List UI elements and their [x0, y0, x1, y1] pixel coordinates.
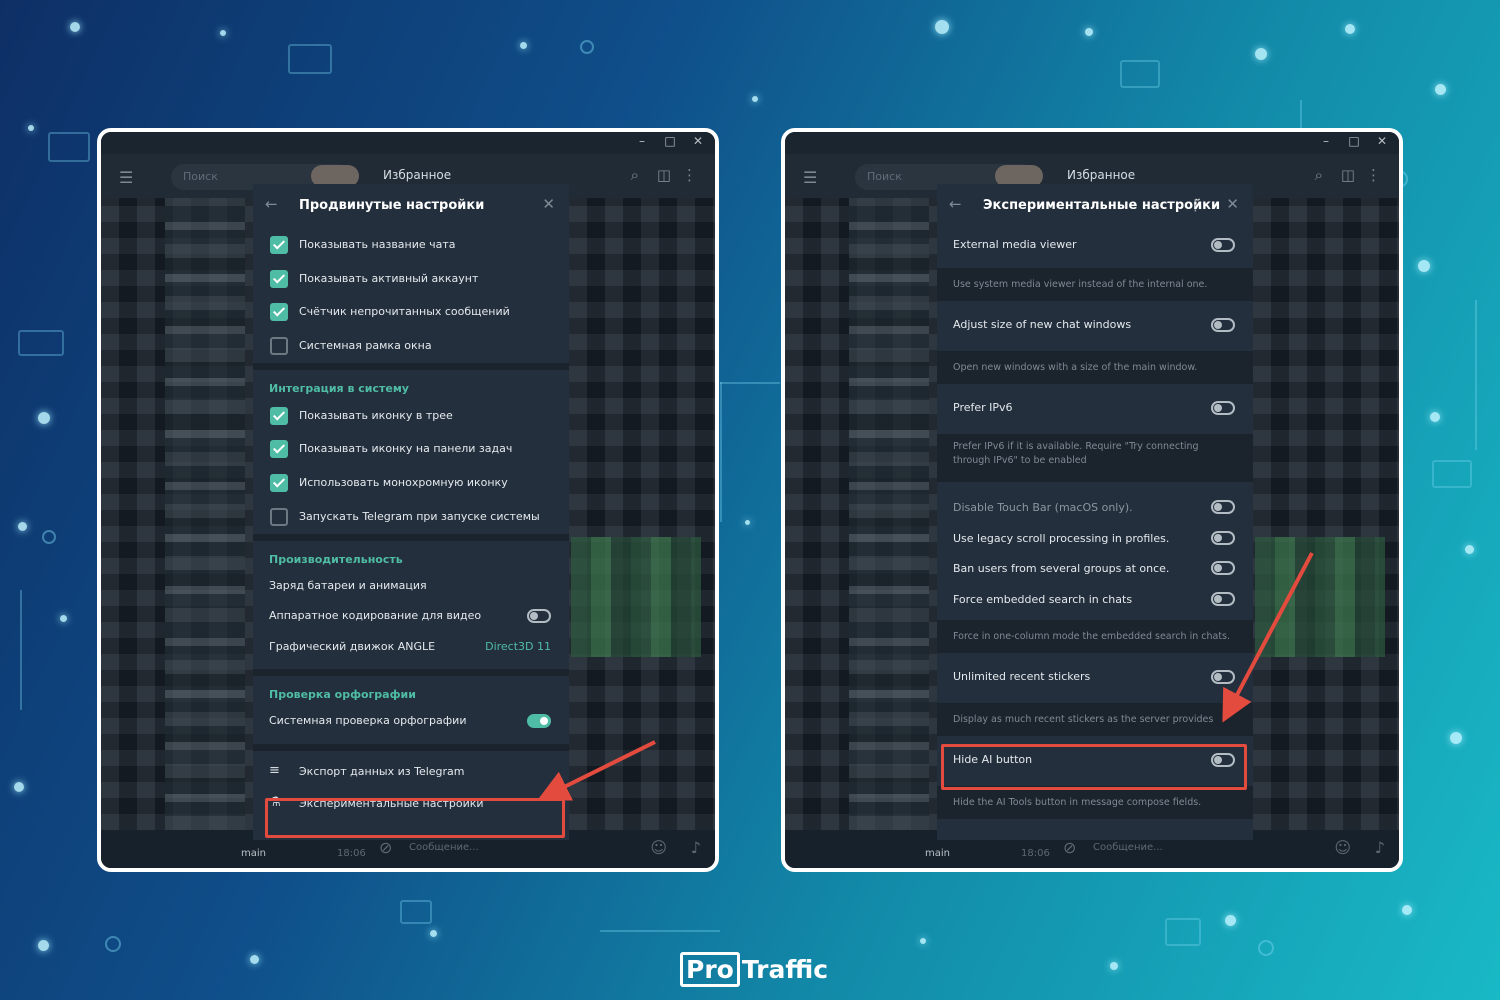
brand-logo: Pro Traffic: [680, 952, 829, 987]
annotation-arrows: [537, 552, 1314, 801]
brand-traffic: Traffic: [741, 955, 829, 984]
arrow-to-hide-ai: [1222, 552, 1314, 723]
brand-pro: Pro: [680, 952, 740, 987]
arrow-to-experimental: [537, 740, 656, 801]
